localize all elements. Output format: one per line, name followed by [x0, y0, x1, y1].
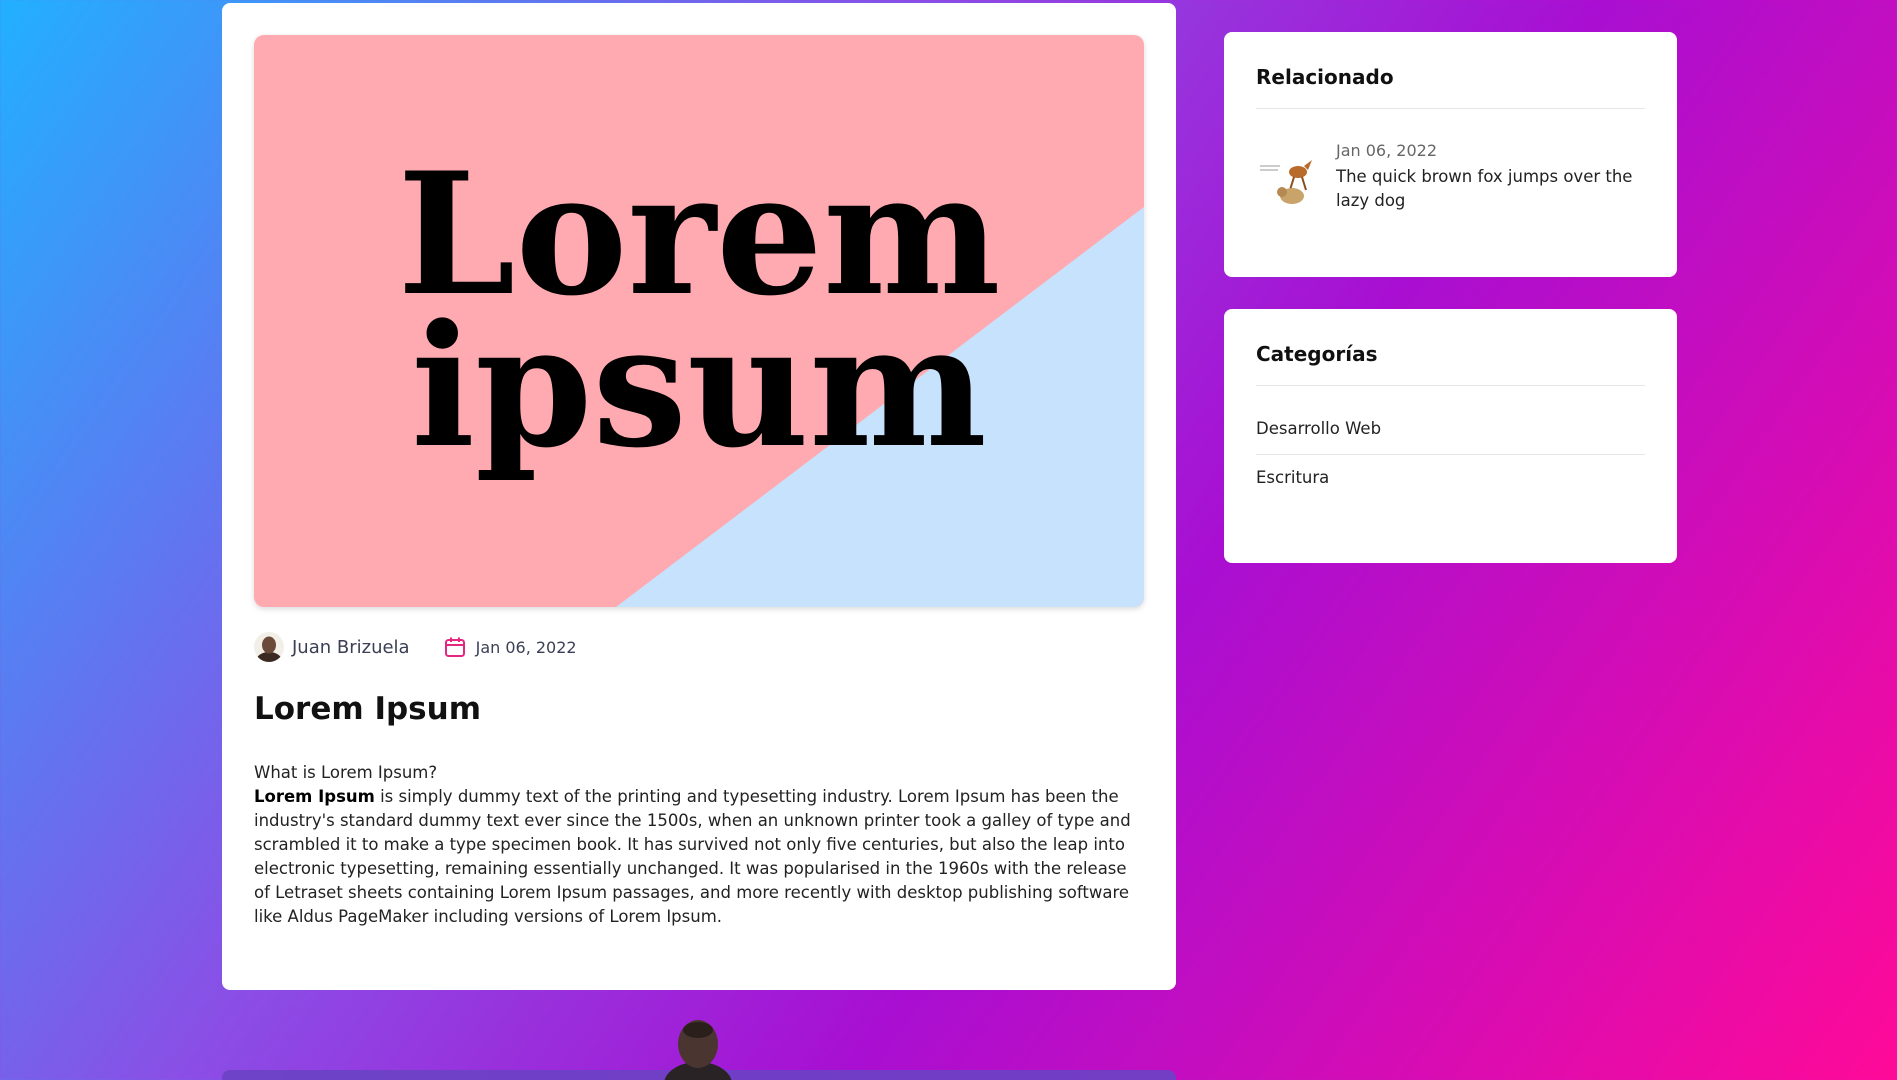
related-heading: Relacionado	[1256, 65, 1394, 89]
post-title: Lorem Ipsum	[254, 691, 482, 727]
calendar-icon	[444, 636, 466, 658]
categories-card: Categorías Desarrollo Web Escritura	[1224, 309, 1677, 563]
divider	[1256, 385, 1645, 386]
divider	[1256, 108, 1645, 109]
related-item-date: Jan 06, 2022	[1336, 141, 1437, 160]
post-card: Lorem ipsum Juan Brizuela Jan 06, 2022 L…	[222, 3, 1176, 990]
categories-heading: Categorías	[1256, 342, 1378, 366]
post-question: What is Lorem Ipsum?	[254, 763, 438, 782]
post-meta: Juan Brizuela Jan 06, 2022	[254, 631, 577, 663]
post-date: Jan 06, 2022	[475, 637, 577, 657]
author-name[interactable]: Juan Brizuela	[292, 637, 410, 658]
author-avatar	[254, 632, 284, 662]
category-desarrollo-web[interactable]: Desarrollo Web	[1256, 419, 1381, 438]
post-body-text: is simply dummy text of the printing and…	[254, 787, 1131, 926]
hero-text-line2: ipsum	[411, 287, 987, 485]
fox-dog-thumbnail[interactable]	[1256, 150, 1316, 210]
post-body-bold: Lorem Ipsum	[254, 787, 375, 806]
post-hero-image: Lorem ipsum	[254, 35, 1144, 607]
category-escritura[interactable]: Escritura	[1256, 468, 1329, 487]
post-body: What is Lorem Ipsum? Lorem Ipsum is simp…	[254, 761, 1144, 929]
post-paragraph: Lorem Ipsum is simply dummy text of the …	[254, 785, 1144, 929]
related-item-title[interactable]: The quick brown fox jumps over the lazy …	[1336, 165, 1646, 213]
next-post-avatar	[660, 1012, 736, 1080]
related-card: Relacionado Jan 06, 2022 The quick brown…	[1224, 32, 1677, 277]
divider	[1256, 454, 1645, 455]
